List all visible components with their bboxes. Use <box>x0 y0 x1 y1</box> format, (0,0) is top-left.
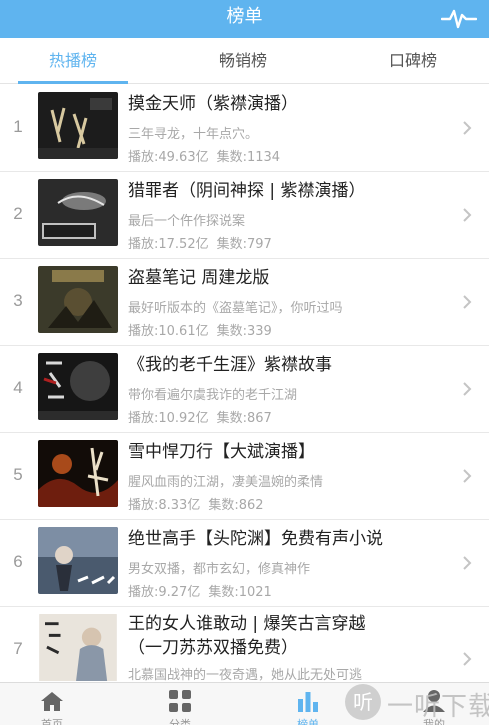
nav-category[interactable]: 分类 <box>150 683 210 725</box>
watermark-logo: 听 一听下载 <box>345 678 489 725</box>
chevron-right-icon <box>463 556 472 570</box>
episode-count: 集数:1021 <box>208 585 272 600</box>
list-item[interactable]: 5 雪中悍刀行【大斌演播】 腥风血雨的江湖，凄美温婉的柔情 播放:8.33亿 集数… <box>0 433 489 520</box>
ranking-tabs: 热播榜 畅销榜 口碑榜 <box>0 38 489 84</box>
play-count: 播放:9.27亿 <box>128 585 201 600</box>
item-description: 三年寻龙，十年点穴。 <box>128 127 259 142</box>
rank-number: 1 <box>13 117 23 136</box>
cover-image <box>38 266 118 333</box>
item-description: 最后一个仵作探说案 <box>128 214 246 229</box>
play-count: 播放:17.52亿 <box>128 237 209 252</box>
episode-count: 集数:867 <box>216 411 272 426</box>
chevron-right-icon <box>463 469 472 483</box>
title-bar: 榜单 <box>0 0 489 38</box>
cover-image <box>38 440 118 507</box>
item-description: 男女双播，都市玄幻，修真神作 <box>128 562 311 577</box>
chevron-right-icon <box>463 121 472 135</box>
item-title: 摸金天师（紫襟演播） <box>128 94 298 114</box>
play-count: 播放:10.92亿 <box>128 411 209 426</box>
play-count: 播放:10.61亿 <box>128 324 209 339</box>
tab-bestseller[interactable]: 畅销榜 <box>188 38 298 84</box>
item-stats: 播放:17.52亿 集数:797 <box>128 233 272 252</box>
nav-ranking[interactable]: 榜单 <box>278 683 338 725</box>
chevron-right-icon <box>463 382 472 396</box>
episode-count: 集数:862 <box>208 498 264 513</box>
rank-number: 6 <box>13 552 23 571</box>
watermark-text: 一听下载 <box>387 692 489 722</box>
chevron-right-icon <box>463 652 472 666</box>
item-stats: 播放:8.33亿 集数:862 <box>128 494 264 513</box>
nav-label: 分类 <box>169 718 191 725</box>
chevron-right-icon <box>463 208 472 222</box>
list-item[interactable]: 4 《我的老千生涯》紫襟故事 带你看遍尔虞我诈的老千江湖 播放:10.92亿 集数… <box>0 346 489 433</box>
cover-image <box>38 527 118 594</box>
rank-number: 3 <box>13 291 23 310</box>
home-icon <box>41 692 63 711</box>
list-item[interactable]: 2 猎罪者（阴间神探 | 紫襟演播） 最后一个仵作探说案 播放:17.52亿 集数… <box>0 172 489 259</box>
list-item[interactable]: 7 王的女人谁敢动 | 爆笑古言穿越 （一刀苏苏双播免费） 北慕国战神的一夜奇遇… <box>0 607 489 683</box>
cover-image <box>38 92 118 159</box>
item-stats: 播放:49.63亿 集数:1134 <box>128 146 280 165</box>
list-item[interactable]: 6 绝世高手【头陀渊】免费有声小说 男女双播，都市玄幻，修真神作 播放:9.27… <box>0 520 489 607</box>
item-title: 《我的老千生涯》紫襟故事 <box>128 355 332 375</box>
pulse-icon[interactable] <box>441 5 477 31</box>
tab-hot[interactable]: 热播榜 <box>18 38 128 84</box>
item-title: 雪中悍刀行【大斌演播】 <box>128 442 315 462</box>
play-count: 播放:8.33亿 <box>128 498 201 513</box>
cover-image <box>38 179 118 246</box>
item-title: 盗墓笔记 周建龙版 <box>128 268 270 288</box>
cover-image <box>38 353 118 420</box>
rank-number: 2 <box>13 204 23 223</box>
rank-number: 5 <box>13 465 23 484</box>
rank-number: 4 <box>13 378 23 397</box>
episode-count: 集数:339 <box>216 324 272 339</box>
item-stats: 播放:10.92亿 集数:867 <box>128 407 272 426</box>
list-item[interactable]: 1 摸金天师（紫襟演播） 三年寻龙，十年点穴。 播放:49.63亿 集数:1134 <box>0 85 489 172</box>
page-title: 榜单 <box>226 6 263 27</box>
list-item[interactable]: 3 盗墓笔记 周建龙版 最好听版本的《盗墓笔记》，你听过吗 播放:10.61亿集… <box>0 259 489 346</box>
item-description: 腥风血雨的江湖，凄美温婉的柔情 <box>128 475 324 490</box>
nav-label: 榜单 <box>297 718 319 725</box>
chevron-right-icon <box>463 295 472 309</box>
item-title: 绝世高手【头陀渊】免费有声小说 <box>128 529 383 549</box>
play-count: 播放:49.63亿 <box>128 150 209 165</box>
item-title-line2: （一刀苏苏双播免费） <box>128 638 298 658</box>
item-title: 猎罪者（阴间神探 | 紫襟演播） <box>128 181 366 201</box>
item-description: 带你看遍尔虞我诈的老千江湖 <box>128 388 298 403</box>
cover-image <box>38 614 118 683</box>
grid-icon <box>169 690 191 712</box>
watermark-glyph: 听 <box>345 684 381 720</box>
item-stats: 播放:9.27亿 集数:1021 <box>128 581 272 600</box>
item-title: 王的女人谁敢动 | 爆笑古言穿越 <box>128 614 366 634</box>
item-description: 最好听版本的《盗墓笔记》，你听过吗 <box>128 301 343 316</box>
nav-label: 首页 <box>41 718 63 725</box>
item-stats: 播放:10.61亿 集数:339 <box>128 320 272 339</box>
bar-chart-icon <box>298 692 318 712</box>
tab-reputation[interactable]: 口碑榜 <box>358 38 468 84</box>
episode-count: 集数:797 <box>216 237 272 252</box>
episode-count: 集数:1134 <box>216 150 281 165</box>
rank-number: 7 <box>13 639 23 658</box>
nav-home[interactable]: 首页 <box>22 683 82 725</box>
